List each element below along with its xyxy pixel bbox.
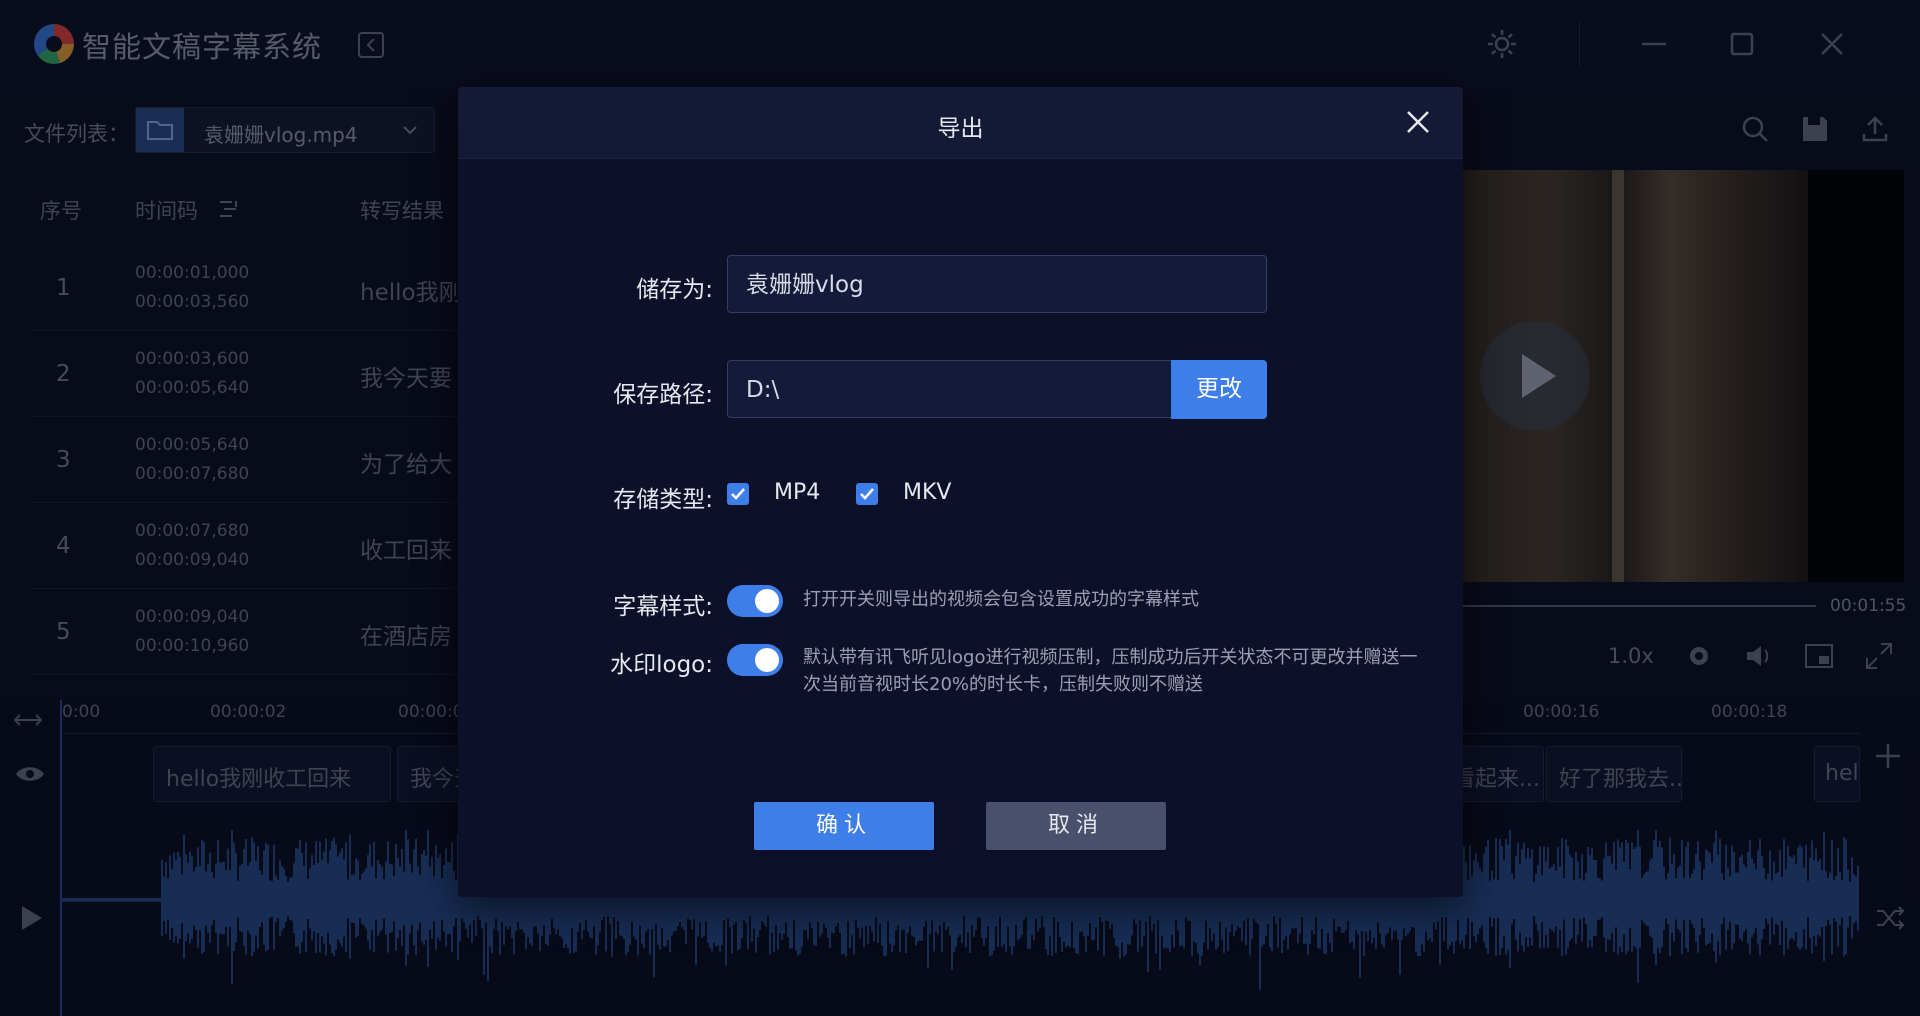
dialog-header: 导出 [458, 87, 1463, 159]
checkmark-icon [731, 488, 745, 500]
watermark-hint-line1: 默认带有讯飞听见logo进行视频压制，压制成功后开关状态不可更改并赠送一 [803, 647, 1418, 668]
save-as-label: 储存为: [636, 277, 713, 303]
subtitle-style-hint: 打开开关则导出的视频会包含设置成功的字幕样式 [803, 589, 1199, 610]
watermark-toggle[interactable] [727, 644, 783, 676]
mkv-option-label[interactable]: MKV [903, 480, 951, 505]
mkv-checkbox[interactable] [856, 483, 878, 505]
cancel-button[interactable]: 取消 [986, 802, 1166, 850]
save-path-input[interactable]: D:\ [727, 360, 1172, 418]
checkmark-icon [860, 488, 874, 500]
mp4-checkbox[interactable] [727, 483, 749, 505]
watermark-label: 水印logo: [610, 652, 713, 678]
storage-type-label: 存储类型: [613, 487, 713, 513]
watermark-hint-line2: 次当前音视时长20%的时长卡，压制失败则不赠送 [803, 674, 1204, 695]
export-dialog: 导出 储存为: 袁姗姗vlog 保存路径: D:\ 更改 存储类型: MP4 M… [458, 87, 1463, 897]
change-path-button[interactable]: 更改 [1171, 360, 1267, 419]
dialog-title: 导出 [937, 116, 984, 142]
subtitle-style-label: 字幕样式: [613, 594, 713, 620]
close-dialog-icon[interactable] [1403, 107, 1433, 137]
save-as-input[interactable]: 袁姗姗vlog [727, 255, 1267, 313]
subtitle-style-toggle[interactable] [727, 585, 783, 617]
mp4-option-label[interactable]: MP4 [774, 480, 820, 505]
confirm-button[interactable]: 确认 [754, 802, 934, 850]
save-path-label: 保存路径: [613, 382, 713, 408]
